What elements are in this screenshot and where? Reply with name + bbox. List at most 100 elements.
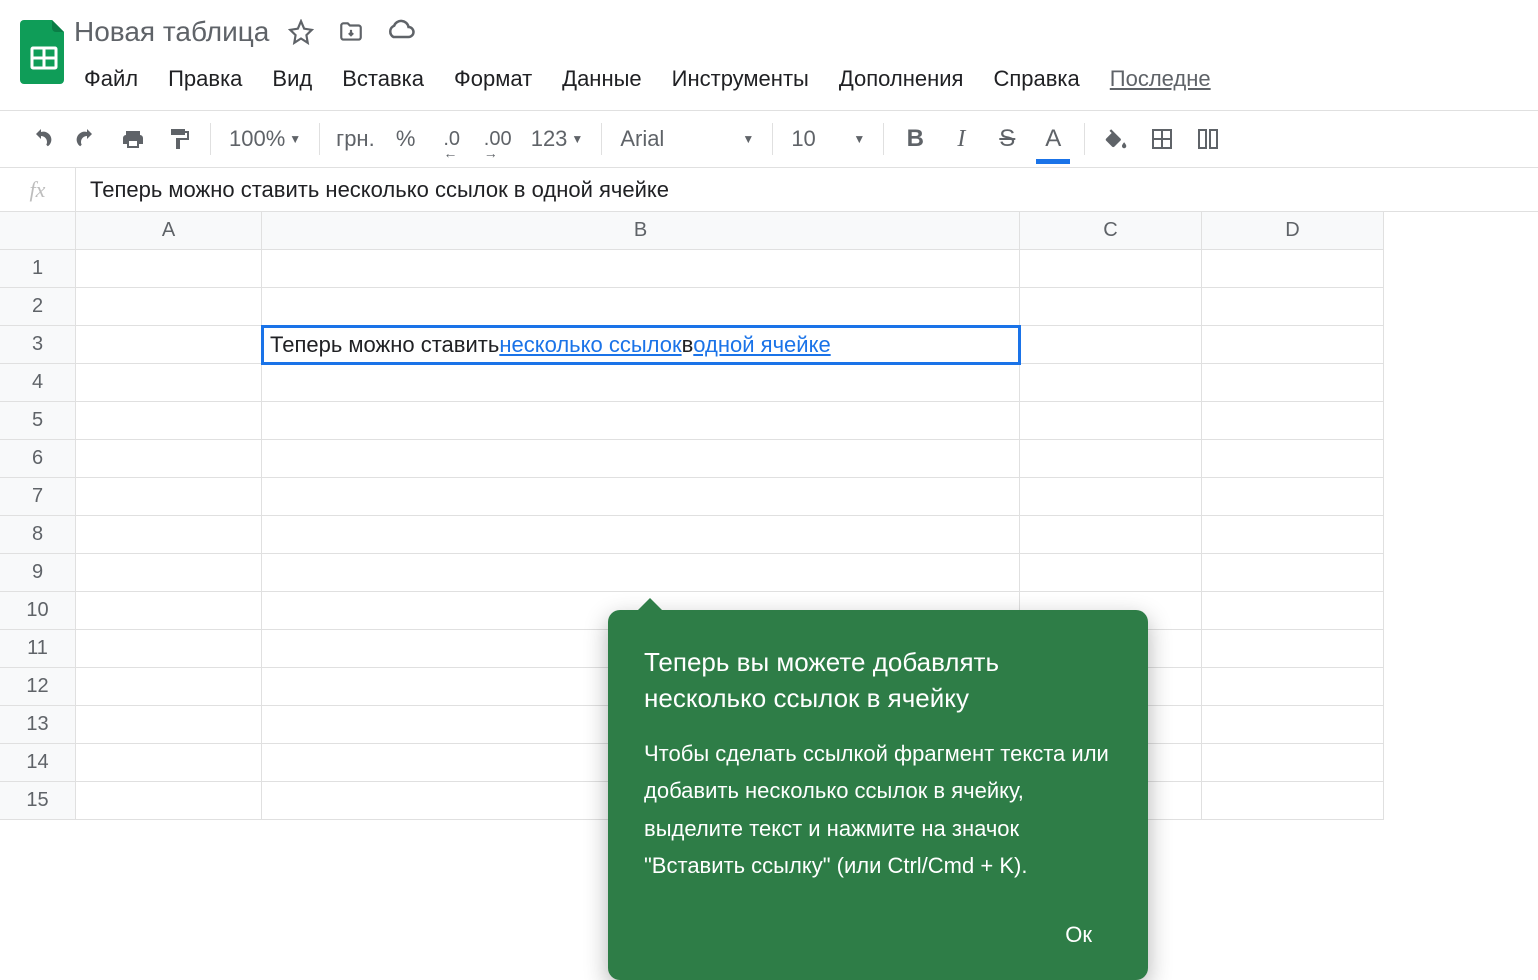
print-button[interactable] <box>112 118 154 160</box>
row-header[interactable]: 11 <box>0 630 76 668</box>
cell[interactable] <box>1202 478 1384 516</box>
cell[interactable] <box>262 364 1020 402</box>
menu-insert[interactable]: Вставка <box>332 60 434 98</box>
cell[interactable] <box>76 706 262 744</box>
menu-data[interactable]: Данные <box>552 60 651 98</box>
menu-edit[interactable]: Правка <box>158 60 252 98</box>
row-header[interactable]: 9 <box>0 554 76 592</box>
cell[interactable] <box>262 288 1020 326</box>
cell[interactable] <box>76 630 262 668</box>
merge-button[interactable] <box>1187 118 1229 160</box>
cell[interactable] <box>262 478 1020 516</box>
italic-button[interactable]: I <box>940 118 982 160</box>
star-icon[interactable] <box>283 14 319 50</box>
row-header[interactable]: 13 <box>0 706 76 744</box>
cell[interactable] <box>1020 364 1202 402</box>
select-all-corner[interactable] <box>0 212 76 250</box>
row-header[interactable]: 2 <box>0 288 76 326</box>
cell-link[interactable]: одной ячейке <box>693 332 830 358</box>
row-header[interactable]: 15 <box>0 782 76 820</box>
cell[interactable] <box>262 250 1020 288</box>
row-header[interactable]: 3 <box>0 326 76 364</box>
menu-addons[interactable]: Дополнения <box>829 60 974 98</box>
column-header-d[interactable]: D <box>1202 212 1384 250</box>
row-header[interactable]: 7 <box>0 478 76 516</box>
cell[interactable] <box>76 364 262 402</box>
cell[interactable] <box>76 554 262 592</box>
percent-button[interactable]: % <box>385 118 427 160</box>
cell[interactable] <box>262 554 1020 592</box>
cell[interactable] <box>76 592 262 630</box>
column-header-a[interactable]: A <box>76 212 262 250</box>
cell[interactable] <box>1020 516 1202 554</box>
font-size-dropdown[interactable]: 10▼ <box>783 126 873 152</box>
row-header[interactable]: 12 <box>0 668 76 706</box>
menu-help[interactable]: Справка <box>983 60 1089 98</box>
borders-button[interactable] <box>1141 118 1183 160</box>
cell[interactable] <box>262 402 1020 440</box>
increase-decimal-button[interactable]: .00→ <box>477 118 519 160</box>
menu-file[interactable]: Файл <box>74 60 148 98</box>
cell[interactable] <box>1202 402 1384 440</box>
cell[interactable] <box>76 478 262 516</box>
decrease-decimal-button[interactable]: .0← <box>431 118 473 160</box>
popover-ok-button[interactable]: Ок <box>1045 914 1112 956</box>
cell[interactable] <box>1202 554 1384 592</box>
cell[interactable] <box>1202 592 1384 630</box>
cell[interactable] <box>1202 782 1384 820</box>
fill-color-button[interactable] <box>1095 118 1137 160</box>
currency-button[interactable]: грн. <box>330 118 381 160</box>
cell[interactable] <box>1202 364 1384 402</box>
cell[interactable] <box>76 440 262 478</box>
formula-input[interactable]: Теперь можно ставить несколько ссылок в … <box>76 177 1538 203</box>
strikethrough-button[interactable]: S <box>986 118 1028 160</box>
row-header[interactable]: 6 <box>0 440 76 478</box>
cell[interactable] <box>76 288 262 326</box>
cell[interactable] <box>1020 478 1202 516</box>
cell[interactable] <box>1202 630 1384 668</box>
cell[interactable] <box>1020 402 1202 440</box>
cell[interactable] <box>1202 706 1384 744</box>
cell[interactable] <box>1020 554 1202 592</box>
doc-title[interactable]: Новая таблица <box>74 16 269 48</box>
row-header[interactable]: 14 <box>0 744 76 782</box>
cell[interactable] <box>1202 668 1384 706</box>
cell[interactable] <box>76 744 262 782</box>
row-header[interactable]: 4 <box>0 364 76 402</box>
zoom-dropdown[interactable]: 100%▼ <box>221 126 309 152</box>
bold-button[interactable]: B <box>894 118 936 160</box>
undo-button[interactable] <box>20 118 62 160</box>
row-header[interactable]: 1 <box>0 250 76 288</box>
cell[interactable] <box>1020 326 1202 364</box>
cell[interactable] <box>262 440 1020 478</box>
menu-view[interactable]: Вид <box>262 60 322 98</box>
cell[interactable] <box>1020 250 1202 288</box>
text-color-button[interactable]: A <box>1032 118 1074 160</box>
cell[interactable] <box>76 516 262 554</box>
font-dropdown[interactable]: Arial▼ <box>612 126 762 152</box>
cell[interactable] <box>1202 516 1384 554</box>
column-header-c[interactable]: C <box>1020 212 1202 250</box>
cell[interactable] <box>76 402 262 440</box>
cell[interactable] <box>1202 288 1384 326</box>
row-header[interactable]: 10 <box>0 592 76 630</box>
cloud-icon[interactable] <box>383 14 419 50</box>
cell[interactable] <box>1020 288 1202 326</box>
menu-format[interactable]: Формат <box>444 60 542 98</box>
move-icon[interactable] <box>333 14 369 50</box>
cell[interactable] <box>76 782 262 820</box>
number-format-dropdown[interactable]: 123▼ <box>523 126 592 152</box>
redo-button[interactable] <box>66 118 108 160</box>
cell-link[interactable]: несколько ссылок <box>499 332 681 358</box>
menu-last-edit[interactable]: Последне <box>1100 60 1221 98</box>
cell[interactable] <box>1202 440 1384 478</box>
row-header[interactable]: 5 <box>0 402 76 440</box>
cell[interactable] <box>1202 326 1384 364</box>
menu-tools[interactable]: Инструменты <box>662 60 819 98</box>
cell[interactable]: Теперь можно ставить несколько ссылок в … <box>262 326 1020 364</box>
row-header[interactable]: 8 <box>0 516 76 554</box>
cell[interactable] <box>1020 440 1202 478</box>
cell[interactable] <box>76 668 262 706</box>
column-header-b[interactable]: B <box>262 212 1020 250</box>
cell[interactable] <box>262 516 1020 554</box>
